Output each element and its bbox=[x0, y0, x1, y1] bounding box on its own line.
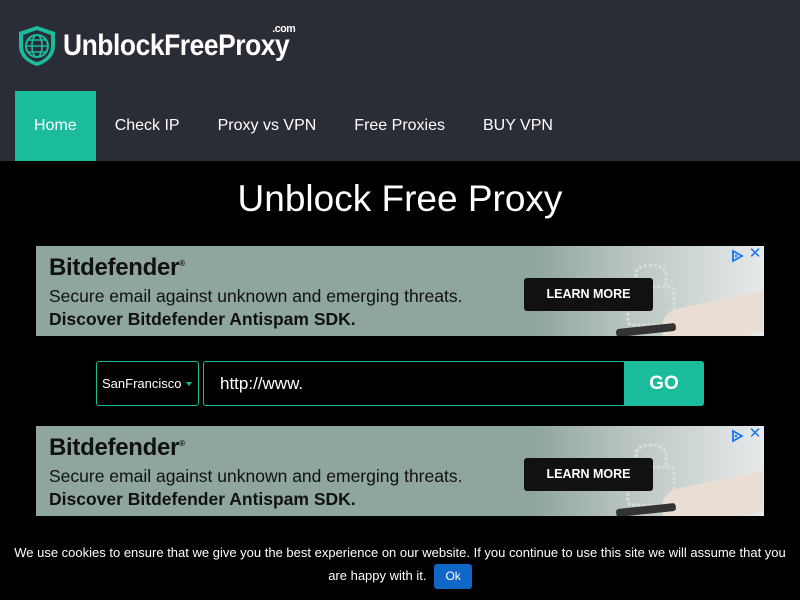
ad-banner[interactable]: Bitdefender® Secure email against unknow… bbox=[36, 246, 764, 336]
site-header: UnblockFreeProxy .com Home Check IP Prox… bbox=[0, 0, 800, 161]
server-select[interactable]: SanFrancisco bbox=[96, 361, 199, 406]
ad-learn-more-button[interactable]: LEARN MORE bbox=[524, 278, 653, 311]
ad-brand: Bitdefender® bbox=[49, 434, 185, 462]
adchoices-icon[interactable] bbox=[730, 429, 744, 443]
ad-banner[interactable]: Bitdefender® Secure email against unknow… bbox=[36, 426, 764, 516]
logo-wordmark: UnblockFreeProxy .com bbox=[63, 23, 296, 63]
logo-suffix: .com bbox=[272, 23, 296, 35]
site-logo[interactable]: UnblockFreeProxy .com bbox=[15, 23, 320, 68]
globe-shield-icon bbox=[19, 26, 55, 66]
ad-brand-mark: ® bbox=[179, 259, 185, 268]
server-select-value: SanFrancisco bbox=[102, 376, 182, 391]
ad-brand-name: Bitdefender bbox=[49, 254, 180, 281]
go-button[interactable]: GO bbox=[624, 361, 704, 406]
nav-item-check-ip[interactable]: Check IP bbox=[96, 91, 199, 161]
proxy-form: SanFrancisco http://www. GO bbox=[96, 361, 704, 406]
logo-text: UnblockFreeProxy bbox=[63, 29, 290, 62]
ad-text-line1: Secure email against unknown and emergin… bbox=[49, 466, 463, 486]
close-icon[interactable]: ✕ bbox=[748, 426, 762, 441]
nav-item-home[interactable]: Home bbox=[15, 91, 96, 161]
ad-text-line2: Discover Bitdefender Antispam SDK. bbox=[49, 309, 356, 329]
ad-text-line1: Secure email against unknown and emergin… bbox=[49, 286, 463, 306]
close-icon[interactable]: ✕ bbox=[748, 246, 762, 261]
ad-text-line2: Discover Bitdefender Antispam SDK. bbox=[49, 489, 356, 509]
cookie-notice: We use cookies to ensure that we give yo… bbox=[0, 538, 800, 600]
page-title: Unblock Free Proxy bbox=[237, 178, 563, 219]
ad-brand: Bitdefender® bbox=[49, 254, 185, 282]
adchoices-icon[interactable] bbox=[730, 249, 744, 263]
chevron-down-icon bbox=[186, 382, 192, 386]
nav-item-buy-vpn[interactable]: BUY VPN bbox=[464, 91, 572, 161]
main-nav: Home Check IP Proxy vs VPN Free Proxies … bbox=[15, 91, 572, 161]
cookie-ok-button[interactable]: Ok bbox=[434, 564, 472, 589]
ad-learn-more-button[interactable]: LEARN MORE bbox=[524, 458, 653, 491]
cookie-notice-text: We use cookies to ensure that we give yo… bbox=[14, 545, 786, 583]
nav-item-free-proxies[interactable]: Free Proxies bbox=[335, 91, 464, 161]
nav-item-proxy-vs-vpn[interactable]: Proxy vs VPN bbox=[199, 91, 336, 161]
ad-brand-mark: ® bbox=[179, 439, 185, 448]
ad-brand-name: Bitdefender bbox=[49, 434, 180, 461]
url-input[interactable]: http://www. bbox=[203, 361, 624, 406]
